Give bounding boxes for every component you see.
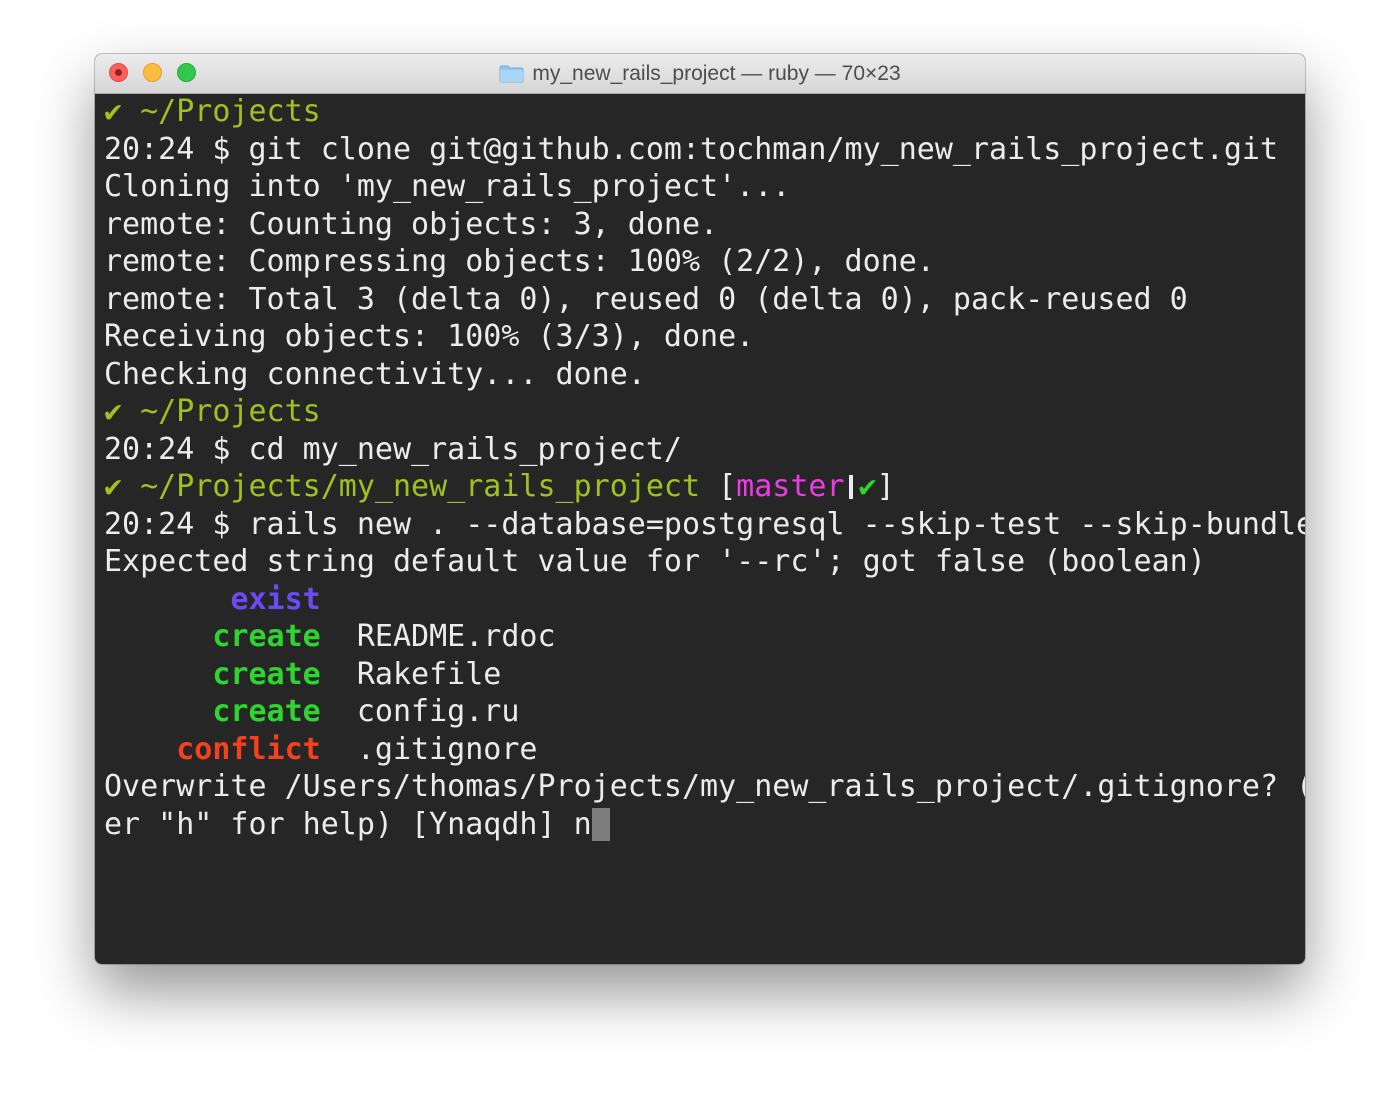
status-exist: exist xyxy=(230,581,321,617)
output-line: Overwrite /Users/thomas/Projects/my_new_… xyxy=(104,769,1305,804)
prompt-path: ~/Projects xyxy=(140,94,321,129)
output-line: Expected string default value for '--rc'… xyxy=(104,544,1206,579)
generator-line: conflict .gitignore xyxy=(104,731,1305,769)
output-line: remote: Total 3 (delta 0), reused 0 (del… xyxy=(104,281,1188,317)
text-cursor xyxy=(591,807,610,841)
prompt-line: ✔ ~/Projects xyxy=(104,93,1305,131)
git-branch: master xyxy=(736,469,845,504)
command-line: 20:24 $ cd my_new_rails_project/ xyxy=(104,431,682,467)
terminal-window: my_new_rails_project — ruby — 70×23 ✔ ~/… xyxy=(95,54,1305,964)
output-line: Receiving objects: 100% (3/3), done. xyxy=(104,319,755,354)
status-create: create xyxy=(212,694,321,729)
window-title-text: my_new_rails_project — ruby — 70×23 xyxy=(532,61,901,85)
check-icon: ✔ xyxy=(104,469,123,504)
status-create: create xyxy=(212,619,321,654)
file-name: Rakefile xyxy=(356,656,502,692)
bracket-open: [ xyxy=(718,469,737,504)
command-line: 20:24 $ rails new . --database=postgresq… xyxy=(104,506,1305,542)
status-conflict: conflict xyxy=(176,731,321,767)
bracket-close: ] xyxy=(876,469,895,504)
status-create: create xyxy=(212,656,321,692)
separator xyxy=(848,475,853,499)
output-line: remote: Compressing objects: 100% (2/2),… xyxy=(104,244,935,279)
output-line: Cloning into 'my_new_rails_project'... xyxy=(104,169,791,204)
file-name: .gitignore xyxy=(356,731,538,767)
file-name: README.rdoc xyxy=(356,619,556,654)
generator-line: create Rakefile xyxy=(104,656,1305,694)
output-line: remote: Counting objects: 3, done. xyxy=(104,206,719,242)
prompt-line: ✔ ~/Projects xyxy=(104,393,1305,431)
input-line[interactable]: er "h" for help) [Ynaqdh] n xyxy=(104,806,1305,844)
prompt-question: er "h" for help) [Ynaqdh] n xyxy=(104,806,592,842)
generator-line: create README.rdoc xyxy=(104,618,1305,656)
check-icon: ✔ xyxy=(104,94,123,129)
output-line: Checking connectivity... done. xyxy=(104,356,646,392)
file-name: config.ru xyxy=(356,694,520,729)
generator-line: exist xyxy=(104,581,1305,619)
prompt-path: ~/Projects xyxy=(140,394,321,429)
prompt-path: ~/Projects/my_new_rails_project xyxy=(140,469,701,504)
title-bar[interactable]: my_new_rails_project — ruby — 70×23 xyxy=(95,54,1305,94)
check-icon: ✔ xyxy=(104,394,123,429)
terminal-output[interactable]: ✔ ~/Projects 20:24 $ git clone git@githu… xyxy=(104,93,1305,964)
folder-icon xyxy=(499,65,524,82)
generator-line: create config.ru xyxy=(104,693,1305,731)
window-title: my_new_rails_project — ruby — 70×23 xyxy=(95,54,1305,93)
prompt-line: ✔ ~/Projects/my_new_rails_project [maste… xyxy=(104,468,1305,506)
status-check-icon: ✔ xyxy=(858,469,877,504)
command-line: 20:24 $ git clone git@github.com:tochman… xyxy=(104,131,1278,167)
